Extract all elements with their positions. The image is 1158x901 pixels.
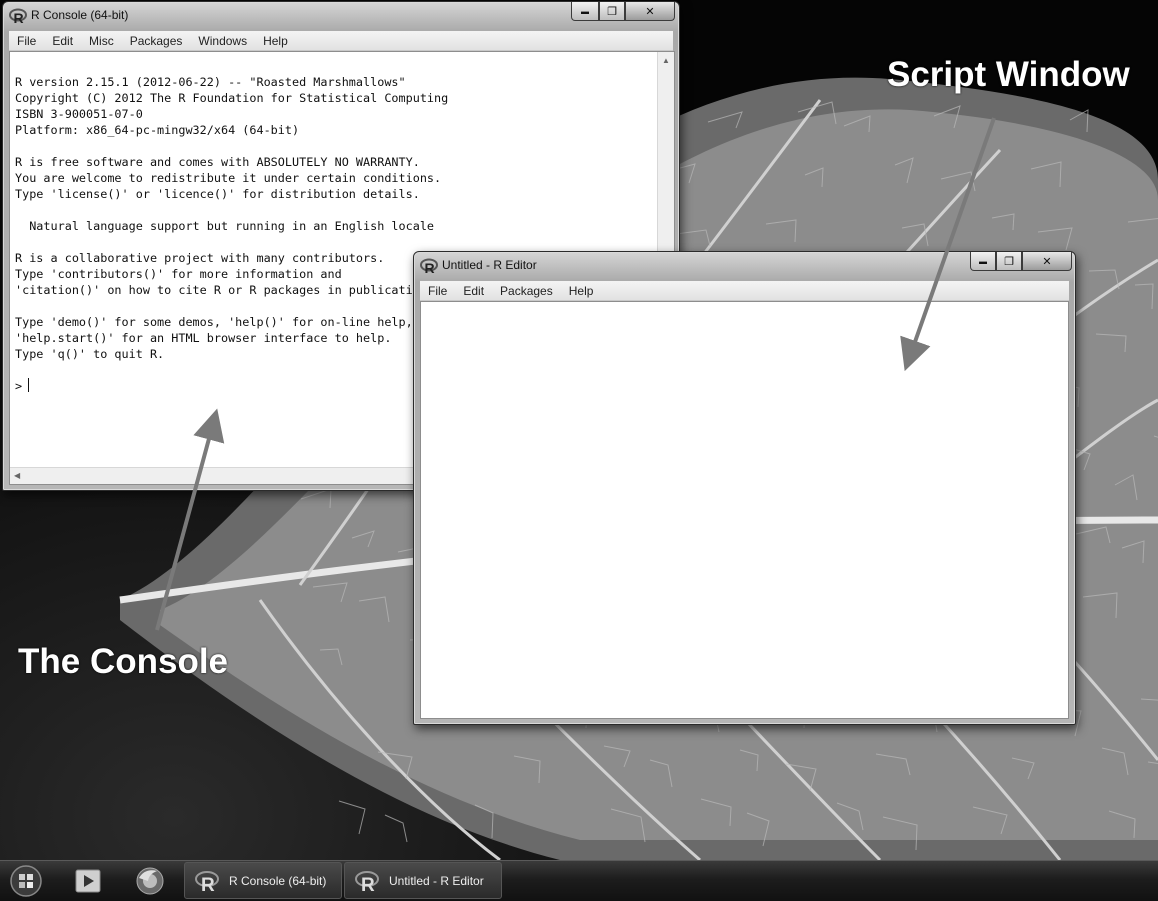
taskbar-item-label: R Console (64-bit): [229, 874, 327, 888]
r-logo-icon: R: [195, 871, 219, 893]
editor-titlebar[interactable]: R Untitled - R Editor ▬ ❐ ✕: [414, 252, 1075, 280]
taskbar: R R Console (64-bit) R Untitled - R Edit…: [0, 860, 1158, 901]
minimize-icon: ▬: [581, 6, 589, 16]
taskbar-item-label: Untitled - R Editor: [389, 874, 484, 888]
minimize-button[interactable]: ▬: [571, 2, 599, 21]
console-titlebar[interactable]: R R Console (64-bit) ▬ ❐ ✕: [3, 2, 679, 30]
console-label: The Console: [18, 642, 229, 681]
menu-edit[interactable]: Edit: [44, 31, 81, 50]
svg-text:R: R: [201, 875, 215, 893]
menu-packages[interactable]: Packages: [492, 281, 561, 300]
script-editor-area[interactable]: [420, 301, 1069, 719]
console-output: R version 2.15.1 (2012-06-22) -- "Roaste…: [15, 75, 449, 393]
menu-windows[interactable]: Windows: [190, 31, 255, 50]
script-window-label: Script Window: [887, 55, 1130, 94]
text-cursor: [28, 378, 30, 392]
close-icon: ✕: [645, 5, 655, 18]
menu-packages[interactable]: Packages: [122, 31, 191, 50]
r-logo-icon: R: [420, 258, 438, 275]
svg-text:R: R: [425, 260, 435, 275]
maximize-button[interactable]: ❐: [599, 2, 625, 21]
minimize-icon: ▬: [979, 256, 987, 266]
close-button[interactable]: ✕: [1022, 252, 1072, 271]
menu-edit[interactable]: Edit: [455, 281, 492, 300]
svg-text:R: R: [361, 875, 375, 893]
minimize-button[interactable]: ▬: [970, 252, 996, 271]
maximize-icon: ❐: [1004, 255, 1014, 268]
menu-misc[interactable]: Misc: [81, 31, 122, 50]
r-logo-icon: R: [9, 8, 27, 25]
console-title: R Console (64-bit): [31, 8, 129, 22]
media-player-icon[interactable]: [70, 865, 106, 897]
taskbar-item-r-editor[interactable]: R Untitled - R Editor: [344, 862, 502, 899]
menu-file[interactable]: File: [9, 31, 44, 50]
editor-title: Untitled - R Editor: [442, 258, 537, 272]
scroll-up-icon[interactable]: ▲: [662, 56, 670, 65]
menu-help[interactable]: Help: [561, 281, 602, 300]
maximize-button[interactable]: ❐: [996, 252, 1022, 271]
menu-help[interactable]: Help: [255, 31, 296, 50]
windows-start-orb-icon[interactable]: [8, 865, 44, 897]
menu-file[interactable]: File: [420, 281, 455, 300]
r-logo-icon: R: [355, 871, 379, 893]
console-menubar: File Edit Misc Packages Windows Help: [9, 31, 673, 51]
maximize-icon: ❐: [607, 5, 617, 18]
close-button[interactable]: ✕: [625, 2, 675, 21]
editor-menubar: File Edit Packages Help: [420, 281, 1069, 301]
close-icon: ✕: [1042, 255, 1052, 268]
svg-text:R: R: [14, 10, 24, 25]
scroll-left-icon[interactable]: ◀: [14, 471, 20, 480]
r-editor-window[interactable]: R Untitled - R Editor ▬ ❐ ✕ File Edit Pa…: [413, 251, 1076, 725]
taskbar-item-r-console[interactable]: R R Console (64-bit): [184, 862, 342, 899]
firefox-icon[interactable]: [132, 865, 168, 897]
desktop: Script Window The Console R R Console (6…: [0, 0, 1158, 860]
